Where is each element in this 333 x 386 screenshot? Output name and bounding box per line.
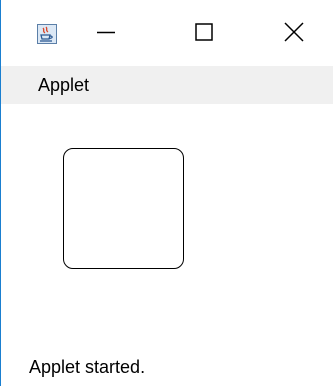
menu-bar: Applet [1, 66, 333, 104]
menu-item-applet[interactable]: Applet [38, 74, 89, 96]
close-button[interactable] [271, 12, 317, 56]
title-bar[interactable] [1, 0, 333, 66]
rounded-rectangle-shape [63, 148, 184, 269]
close-icon [284, 21, 304, 47]
minimize-button[interactable] [83, 12, 129, 56]
java-coffee-cup-icon[interactable] [37, 24, 57, 44]
maximize-button[interactable] [181, 12, 227, 56]
status-bar-text: Applet started. [29, 357, 146, 377]
maximize-icon [195, 22, 213, 46]
applet-canvas[interactable] [1, 104, 333, 348]
applet-window: Applet Applet started. [0, 0, 333, 386]
minimize-icon [97, 23, 115, 46]
